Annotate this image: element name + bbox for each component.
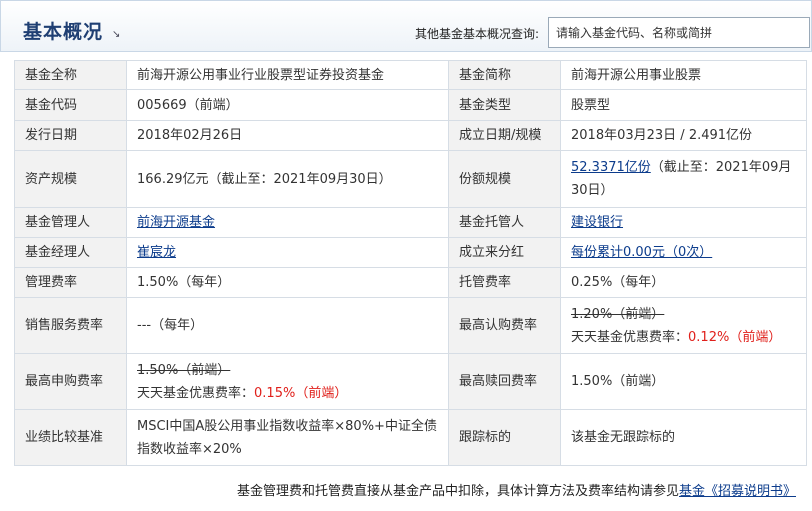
- redemption-fee-label: 最高赎回费率: [448, 353, 561, 410]
- fund-shortname-value: 前海开源公用事业股票: [560, 60, 807, 90]
- table-row: 管理费率 1.50%（每年） 托管费率 0.25%（每年）: [14, 267, 807, 298]
- share-size-cell: 52.3371亿份（截止至：2021年09月30日）: [560, 150, 807, 208]
- purchase-fee-cell: 1.50%（前端） 天天基金优惠费率：0.15%（前端）: [126, 353, 449, 410]
- fund-code-label: 基金代码: [14, 89, 127, 121]
- fund-manager-co-cell: 前海开源基金: [126, 207, 449, 238]
- fund-manager-cell: 崔宸龙: [126, 237, 449, 268]
- table-row: 业绩比较基准 MSCI中国A股公用事业指数收益率×80%+中证全债指数收益率×2…: [14, 409, 807, 466]
- custody-fee-value: 0.25%（每年）: [560, 267, 807, 298]
- table-row: 最高申购费率 1.50%（前端） 天天基金优惠费率：0.15%（前端） 最高赎回…: [14, 353, 807, 410]
- fund-type-value: 股票型: [560, 89, 807, 121]
- issue-date-label: 发行日期: [14, 120, 127, 151]
- purchase-fee-original: 1.50%（前端）: [137, 362, 231, 378]
- purchase-fee-discount-label: 天天基金优惠费率：: [137, 385, 255, 401]
- table-row: 资产规模 166.29亿元（截止至：2021年09月30日） 份额规模 52.3…: [14, 150, 807, 208]
- section-title: 基本概况: [23, 21, 104, 43]
- fund-manager-label: 基金经理人: [14, 237, 127, 268]
- fee-footnote-text: 基金管理费和托管费直接从基金产品中扣除，具体计算方法及费率结构请参见: [236, 484, 679, 499]
- fee-footnote: 基金管理费和托管费直接从基金产品中扣除，具体计算方法及费率结构请参见基金《招募说…: [0, 480, 812, 499]
- fund-fullname-label: 基金全称: [14, 60, 127, 90]
- benchmark-label: 业绩比较基准: [14, 409, 127, 466]
- inception-value: 2018年03月23日 / 2.491亿份: [560, 120, 807, 151]
- fund-shortname-label: 基金简称: [448, 60, 561, 90]
- custodian-link[interactable]: 建设银行: [571, 215, 623, 230]
- subscription-fee-discount-label: 天天基金优惠费率：: [571, 329, 689, 345]
- subscription-fee-discount: 0.12%（前端）: [688, 329, 782, 345]
- subscription-fee-original: 1.20%（前端）: [571, 306, 665, 322]
- section-header: 基本概况 ↘ 其他基金基本概况查询:: [0, 0, 812, 52]
- custodian-cell: 建设银行: [560, 207, 807, 238]
- benchmark-value: MSCI中国A股公用事业指数收益率×80%+中证全债指数收益率×20%: [126, 409, 449, 466]
- fund-manager-link[interactable]: 崔宸龙: [137, 245, 176, 260]
- issue-date-value: 2018年02月26日: [126, 120, 449, 151]
- fund-search-label: 其他基金基本概况查询:: [415, 27, 540, 41]
- management-fee-label: 管理费率: [14, 267, 127, 298]
- custody-fee-label: 托管费率: [448, 267, 561, 298]
- fund-info-table: 基金全称 前海开源公用事业行业股票型证券投资基金 基金简称 前海开源公用事业股票…: [14, 60, 807, 466]
- table-row: 基金经理人 崔宸龙 成立来分红 每份累计0.00元（0次）: [14, 237, 807, 268]
- fund-code-value: 005669（前端）: [126, 89, 449, 121]
- management-fee-value: 1.50%（每年）: [126, 267, 449, 298]
- asset-size-label: 资产规模: [14, 150, 127, 208]
- purchase-fee-label: 最高申购费率: [14, 353, 127, 410]
- share-size-label: 份额规模: [448, 150, 561, 208]
- fund-fullname-value: 前海开源公用事业行业股票型证券投资基金: [126, 60, 449, 90]
- share-size-link[interactable]: 52.3371亿份: [571, 160, 651, 175]
- redemption-fee-value: 1.50%（前端）: [560, 353, 807, 410]
- service-fee-value: ---（每年）: [126, 297, 449, 354]
- table-row: 基金代码 005669（前端） 基金类型 股票型: [14, 89, 807, 121]
- subscription-fee-label: 最高认购费率: [448, 297, 561, 354]
- fund-manager-co-label: 基金管理人: [14, 207, 127, 238]
- tracking-target-label: 跟踪标的: [448, 409, 561, 466]
- prospectus-link[interactable]: 基金《招募说明书》: [679, 484, 796, 499]
- table-row: 销售服务费率 ---（每年） 最高认购费率 1.20%（前端） 天天基金优惠费率…: [14, 297, 807, 354]
- arrow-down-right-icon: ↘: [112, 29, 121, 40]
- fund-manager-co-link[interactable]: 前海开源基金: [137, 215, 215, 230]
- purchase-fee-discount: 0.15%（前端）: [254, 385, 348, 401]
- asset-size-value: 166.29亿元（截止至：2021年09月30日）: [126, 150, 449, 208]
- fund-search-input[interactable]: [548, 17, 810, 48]
- dividend-label: 成立来分红: [448, 237, 561, 268]
- fund-type-label: 基金类型: [448, 89, 561, 121]
- table-row: 基金全称 前海开源公用事业行业股票型证券投资基金 基金简称 前海开源公用事业股票: [14, 60, 807, 90]
- dividend-link[interactable]: 每份累计0.00元（0次）: [571, 245, 712, 260]
- table-row: 发行日期 2018年02月26日 成立日期/规模 2018年03月23日 / 2…: [14, 120, 807, 151]
- tracking-target-value: 该基金无跟踪标的: [560, 409, 807, 466]
- subscription-fee-cell: 1.20%（前端） 天天基金优惠费率：0.12%（前端）: [560, 297, 807, 354]
- service-fee-label: 销售服务费率: [14, 297, 127, 354]
- custodian-label: 基金托管人: [448, 207, 561, 238]
- inception-label: 成立日期/规模: [448, 120, 561, 151]
- table-row: 基金管理人 前海开源基金 基金托管人 建设银行: [14, 207, 807, 238]
- dividend-cell: 每份累计0.00元（0次）: [560, 237, 807, 268]
